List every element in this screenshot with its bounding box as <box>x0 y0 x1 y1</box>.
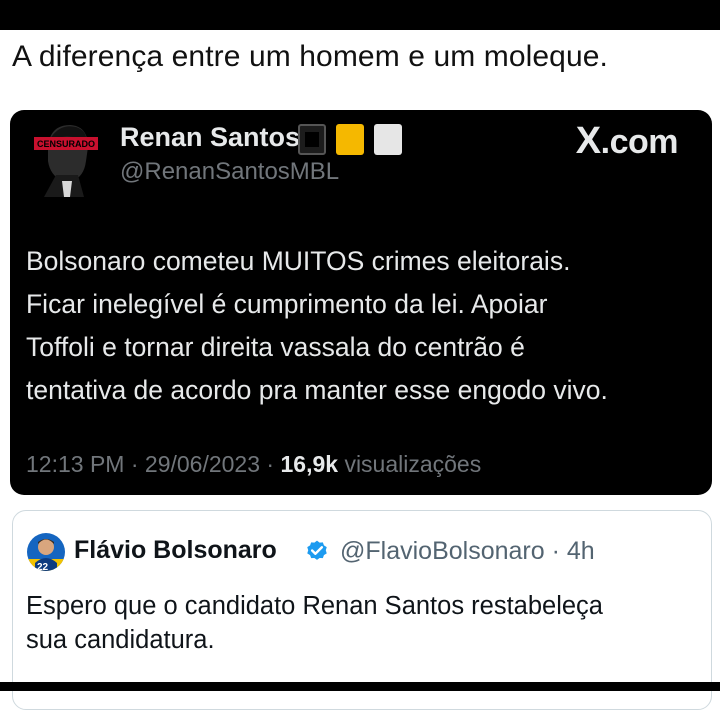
verified-badge-icon <box>304 539 330 565</box>
tweet-body-line: Bolsonaro cometeu MUITOS crimes eleitora… <box>26 246 571 276</box>
tweet-body-line: tentativa de acordo pra manter esse engo… <box>26 375 608 405</box>
tweet-body: Bolsonaro cometeu MUITOS crimes eleitora… <box>26 240 696 412</box>
x-com-logo: X.com <box>575 120 679 163</box>
tweet-body-line: Toffoli e tornar direita vassala do cent… <box>26 332 525 362</box>
tweet-author-name[interactable]: Renan Santos <box>120 122 300 153</box>
tweet-date[interactable]: 29/06/2023 <box>145 451 260 477</box>
top-black-bar <box>0 0 720 30</box>
quote-avatar[interactable]: 22 <box>27 533 65 571</box>
quote-body-line: Espero que o candidato Renan Santos rest… <box>26 592 603 620</box>
tweet-body-line: Ficar inelegível é cumprimento da lei. A… <box>26 289 548 319</box>
tweet-time[interactable]: 12:13 PM <box>26 451 124 477</box>
quote-author-name[interactable]: Flávio Bolsonaro <box>74 536 277 565</box>
tweet-metadata: 12:13 PM · 29/06/2023 · 16,9k visualizaç… <box>26 451 481 478</box>
x-logo-letter: X <box>575 120 601 162</box>
post-caption: A diferença entre um homem e um moleque. <box>12 40 608 73</box>
black-square-emoji <box>298 124 326 155</box>
yellow-square-emoji <box>336 124 364 155</box>
censored-stamp-text: CENSURADO <box>37 139 95 149</box>
quote-body: Espero que o candidato Renan Santos rest… <box>26 589 603 657</box>
tweet-author-handle[interactable]: @RenanSantosMBL <box>120 158 339 186</box>
white-square-emoji <box>374 124 402 155</box>
bottom-black-bar <box>0 682 720 691</box>
meta-separator: · <box>266 451 275 477</box>
quote-handle-and-time[interactable]: @FlavioBolsonaro · 4h <box>340 537 595 566</box>
views-count: 16,9k <box>280 451 339 477</box>
quote-body-line: sua candidatura. <box>26 626 215 654</box>
views-label: visualizações <box>344 451 482 477</box>
censored-avatar-icon[interactable]: CENSURADO <box>26 117 106 197</box>
quote-avatar-badge: 22 <box>37 562 49 571</box>
meta-separator: · <box>130 451 139 477</box>
x-logo-suffix: .com <box>600 123 679 161</box>
